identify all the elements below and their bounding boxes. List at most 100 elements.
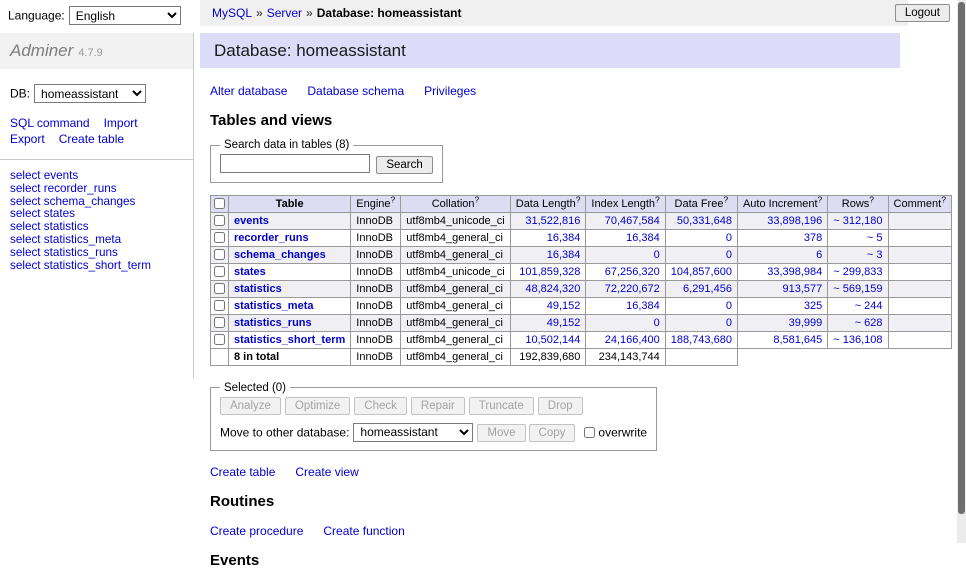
export-link[interactable]: Export bbox=[10, 132, 45, 146]
check-button[interactable]: Check bbox=[354, 397, 407, 415]
analyze-button[interactable]: Analyze bbox=[220, 397, 281, 415]
index-length-value[interactable]: 72,220,672 bbox=[605, 283, 660, 295]
index-length-value[interactable]: 0 bbox=[654, 249, 660, 261]
search-input[interactable] bbox=[220, 154, 370, 173]
index-length-value[interactable]: 0 bbox=[654, 317, 660, 329]
create-function-link[interactable]: Create function bbox=[323, 524, 404, 538]
row-checkbox[interactable] bbox=[214, 266, 225, 277]
auto-increment-value[interactable]: 39,999 bbox=[789, 317, 823, 329]
index-length-value[interactable]: 67,256,320 bbox=[605, 266, 660, 278]
move-db-select[interactable]: homeassistant bbox=[353, 423, 473, 442]
data-length-value[interactable]: 49,152 bbox=[547, 300, 581, 312]
data-length-value[interactable]: 31,522,816 bbox=[525, 215, 580, 227]
sidebar-item-select-statistics-short-term[interactable]: select statistics_short_term bbox=[10, 260, 183, 273]
data-free-value[interactable]: 0 bbox=[726, 317, 732, 329]
row-checkbox[interactable] bbox=[214, 300, 225, 311]
help-superscript[interactable]: ? bbox=[869, 194, 874, 204]
table-name-link[interactable]: events bbox=[234, 215, 269, 227]
create-table-link[interactable]: Create table bbox=[59, 132, 124, 146]
auto-increment-value[interactable]: 8,581,645 bbox=[773, 334, 822, 346]
database-schema-link[interactable]: Database schema bbox=[307, 84, 404, 98]
data-length-value[interactable]: 48,824,320 bbox=[525, 283, 580, 295]
data-length-value[interactable]: 49,152 bbox=[547, 317, 581, 329]
index-length-value[interactable]: 16,384 bbox=[626, 300, 660, 312]
drop-button[interactable]: Drop bbox=[538, 397, 583, 415]
table-name-link[interactable]: statistics_short_term bbox=[234, 334, 345, 346]
help-superscript[interactable]: ? bbox=[475, 194, 480, 204]
table-name-link[interactable]: recorder_runs bbox=[234, 232, 309, 244]
data-free-value[interactable]: 0 bbox=[726, 300, 732, 312]
auto-increment-value[interactable]: 6 bbox=[816, 249, 822, 261]
table-name-link[interactable]: schema_changes bbox=[234, 249, 326, 261]
row-checkbox[interactable] bbox=[214, 215, 225, 226]
table-name-link[interactable]: statistics bbox=[234, 283, 282, 295]
create-procedure-link[interactable]: Create procedure bbox=[210, 524, 303, 538]
auto-increment-value[interactable]: 378 bbox=[804, 232, 822, 244]
db-select[interactable]: homeassistant bbox=[34, 84, 146, 103]
move-button[interactable]: Move bbox=[477, 424, 525, 442]
data-length-value[interactable]: 16,384 bbox=[547, 249, 581, 261]
help-superscript[interactable]: ? bbox=[391, 194, 396, 204]
copy-button[interactable]: Copy bbox=[529, 424, 576, 442]
breadcrumb-mysql-link[interactable]: MySQL bbox=[212, 6, 252, 20]
index-length-value[interactable]: 24,166,400 bbox=[605, 334, 660, 346]
rows-estimate-value[interactable]: ~ 299,833 bbox=[833, 266, 882, 278]
auto-increment-value[interactable]: 913,577 bbox=[783, 283, 823, 295]
table-name-link[interactable]: statistics_runs bbox=[234, 317, 312, 329]
sidebar-item-select-statistics-runs[interactable]: select statistics_runs bbox=[10, 247, 183, 260]
scrollbar-thumb[interactable] bbox=[958, 2, 965, 514]
row-checkbox[interactable] bbox=[214, 232, 225, 243]
auto-increment-value[interactable]: 33,898,196 bbox=[767, 215, 822, 227]
auto-increment-value[interactable]: 325 bbox=[804, 300, 822, 312]
rows-estimate-value[interactable]: ~ 3 bbox=[867, 249, 883, 261]
index-length-value[interactable]: 70,467,584 bbox=[605, 215, 660, 227]
data-free-value[interactable]: 6,291,456 bbox=[683, 283, 732, 295]
language-select[interactable]: English bbox=[69, 6, 181, 25]
help-superscript[interactable]: ? bbox=[941, 194, 946, 204]
rows-estimate-value[interactable]: ~ 136,108 bbox=[833, 334, 882, 346]
privileges-link[interactable]: Privileges bbox=[424, 84, 476, 98]
data-length-value[interactable]: 101,859,328 bbox=[519, 266, 580, 278]
help-superscript[interactable]: ? bbox=[655, 194, 660, 204]
sidebar-item-select-recorder-runs[interactable]: select recorder_runs bbox=[10, 183, 183, 196]
row-checkbox[interactable] bbox=[214, 283, 225, 294]
auto-increment-value[interactable]: 33,398,984 bbox=[767, 266, 822, 278]
rows-estimate-value[interactable]: ~ 569,159 bbox=[833, 283, 882, 295]
sql-command-link[interactable]: SQL command bbox=[10, 116, 90, 130]
row-checkbox[interactable] bbox=[214, 249, 225, 260]
row-checkbox[interactable] bbox=[214, 317, 225, 328]
create-table-link[interactable]: Create table bbox=[210, 465, 275, 479]
table-name-link[interactable]: states bbox=[234, 266, 266, 278]
rows-estimate-value[interactable]: ~ 5 bbox=[867, 232, 883, 244]
import-link[interactable]: Import bbox=[104, 116, 138, 130]
repair-button[interactable]: Repair bbox=[411, 397, 465, 415]
overwrite-checkbox[interactable] bbox=[584, 427, 595, 438]
help-superscript[interactable]: ? bbox=[818, 194, 823, 204]
optimize-button[interactable]: Optimize bbox=[285, 397, 350, 415]
vertical-scrollbar[interactable] bbox=[957, 0, 966, 543]
rows-estimate-value[interactable]: ~ 244 bbox=[855, 300, 883, 312]
breadcrumb-server-link[interactable]: Server bbox=[267, 6, 302, 20]
rows-estimate-value[interactable]: ~ 628 bbox=[855, 317, 883, 329]
search-button[interactable]: Search bbox=[376, 156, 432, 174]
data-free-value[interactable]: 188,743,680 bbox=[671, 334, 732, 346]
data-free-value[interactable]: 0 bbox=[726, 249, 732, 261]
sidebar-item-select-events[interactable]: select events bbox=[10, 170, 183, 183]
help-superscript[interactable]: ? bbox=[723, 194, 728, 204]
row-checkbox[interactable] bbox=[214, 334, 225, 345]
select-all-checkbox[interactable] bbox=[214, 198, 225, 209]
index-length-value[interactable]: 16,384 bbox=[626, 232, 660, 244]
alter-database-link[interactable]: Alter database bbox=[210, 84, 287, 98]
rows-estimate-value[interactable]: ~ 312,180 bbox=[833, 215, 882, 227]
data-free-value[interactable]: 50,331,648 bbox=[677, 215, 732, 227]
data-free-value[interactable]: 0 bbox=[726, 232, 732, 244]
data-length-value[interactable]: 10,502,144 bbox=[525, 334, 580, 346]
data-length-value[interactable]: 16,384 bbox=[547, 232, 581, 244]
create-view-link[interactable]: Create view bbox=[295, 465, 358, 479]
sidebar-item-select-statistics-meta[interactable]: select statistics_meta bbox=[10, 234, 183, 247]
truncate-button[interactable]: Truncate bbox=[469, 397, 534, 415]
help-superscript[interactable]: ? bbox=[576, 194, 581, 204]
table-name-link[interactable]: statistics_meta bbox=[234, 300, 314, 312]
data-free-value[interactable]: 104,857,600 bbox=[671, 266, 732, 278]
logout-button[interactable]: Logout bbox=[895, 4, 950, 22]
